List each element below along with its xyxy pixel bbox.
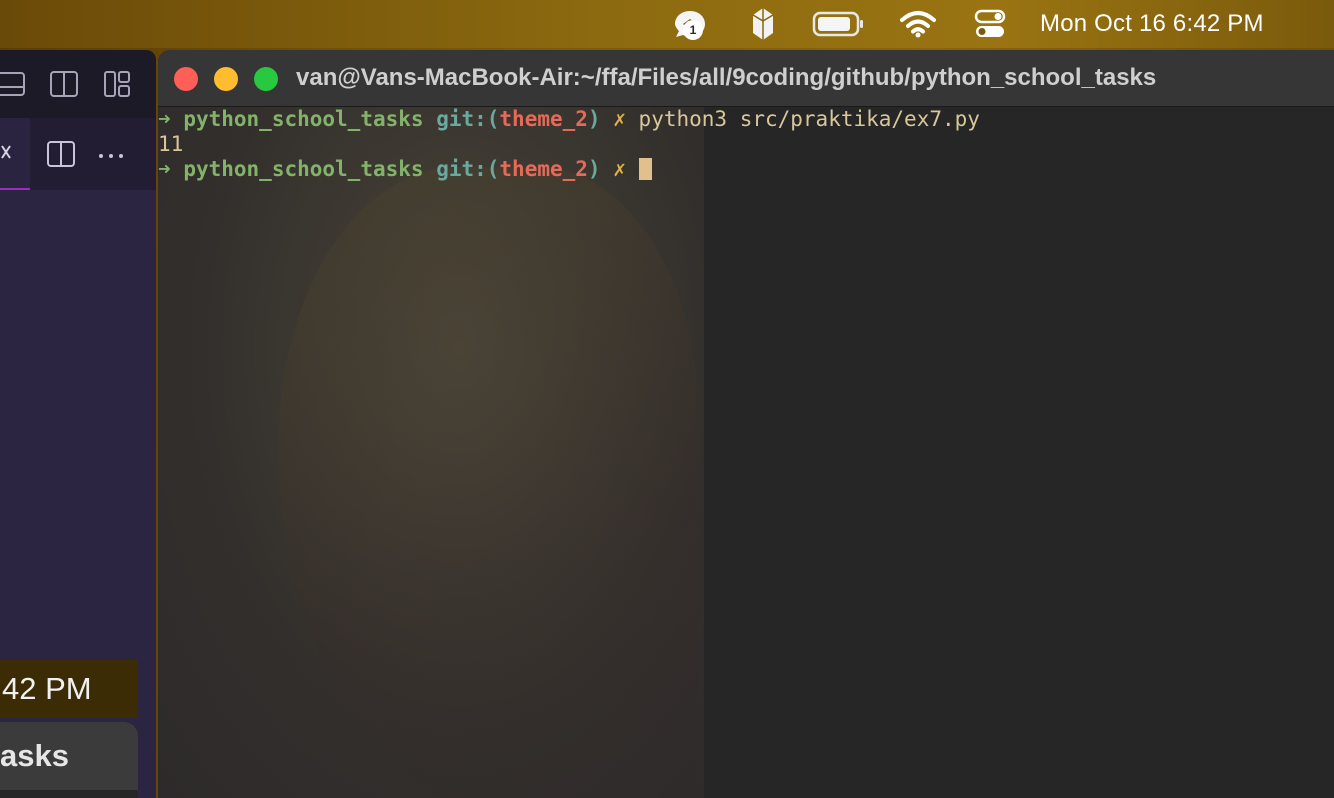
prompt-git-close: )	[587, 157, 601, 181]
prompt-directory: python_school_tasks	[183, 107, 424, 131]
terminal-output[interactable]: ➜ python_school_tasks git:(theme_2) ✗ py…	[158, 107, 1334, 182]
battery-icon[interactable]	[810, 0, 866, 48]
terminal-line: ➜ python_school_tasks git:(theme_2) ✗	[158, 157, 1334, 182]
menu-bar-clock[interactable]: Mon Oct 16 6:42 PM	[1040, 0, 1264, 48]
terminal-background-image	[158, 107, 704, 798]
background-clock-fragment: 42 PM	[0, 660, 138, 718]
split-right-icon[interactable]	[47, 140, 75, 173]
minimize-window-button[interactable]	[214, 67, 238, 91]
prompt-arrow: ➜	[158, 107, 171, 131]
control-center-icon[interactable]	[972, 0, 1008, 48]
terminal-cursor[interactable]	[638, 158, 652, 180]
terminal-title: van@Vans-MacBook-Air:~/ffa/Files/all/9co…	[296, 64, 1157, 91]
prompt-git-close: )	[587, 107, 601, 131]
prompt-dirty-marker: ✗	[613, 107, 626, 131]
prompt-git-open: git:(	[436, 107, 500, 131]
terminal-window[interactable]: van@Vans-MacBook-Air:~/ffa/Files/all/9co…	[158, 50, 1334, 798]
editor-active-tab[interactable]	[0, 118, 30, 190]
wifi-icon[interactable]	[898, 0, 938, 48]
terminal-line: ➜ python_school_tasks git:(theme_2) ✗ py…	[158, 107, 1334, 132]
zoom-window-button[interactable]	[254, 67, 278, 91]
prompt-directory: python_school_tasks	[183, 157, 424, 181]
notification-badge: 1	[683, 20, 703, 40]
editor-toolbar	[0, 50, 156, 118]
prompt-dirty-marker: ✗	[613, 157, 626, 181]
background-title-fragment: asks	[0, 722, 138, 790]
close-tab-icon[interactable]	[0, 142, 14, 167]
layout-icon[interactable]	[103, 70, 131, 103]
more-icon[interactable]	[98, 148, 126, 166]
menu-bar: 1 Mon Oct 16 6:42 PM	[0, 0, 1334, 48]
close-window-button[interactable]	[174, 67, 198, 91]
panel-bottom-icon[interactable]	[0, 70, 28, 103]
crystal-app-icon[interactable]	[748, 0, 778, 48]
prompt-arrow: ➜	[158, 157, 171, 181]
terminal-line: 11	[158, 132, 1334, 157]
command-output: 11	[158, 132, 184, 156]
command-text: python3 src/praktika/ex7.py	[638, 107, 980, 131]
terminal-titlebar[interactable]: van@Vans-MacBook-Air:~/ffa/Files/all/9co…	[158, 50, 1334, 107]
split-editor-icon[interactable]	[50, 70, 78, 103]
prompt-git-open: git:(	[436, 157, 500, 181]
background-window-edge	[0, 790, 138, 798]
prompt-branch: theme_2	[499, 107, 588, 131]
prompt-branch: theme_2	[499, 157, 588, 181]
